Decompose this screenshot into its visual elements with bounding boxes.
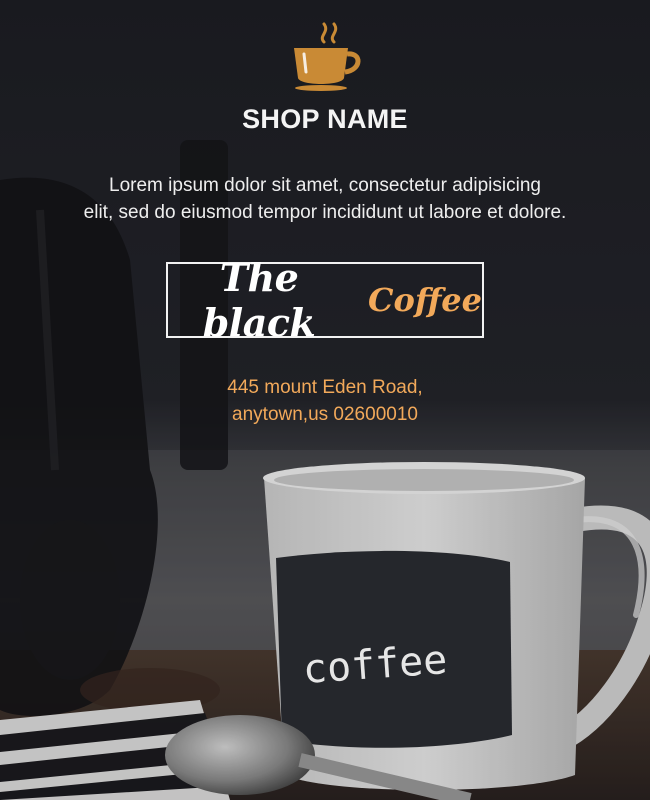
address-line-2: anytown,us 02600010 (232, 404, 418, 425)
address-line-1: 445 mount Eden Road, (227, 377, 423, 398)
brand-badge: The black Coffee (166, 255, 484, 345)
tagline-line-2: elit, sed do eiusmod tempor incididunt u… (83, 202, 567, 223)
brand-badge-text: The black (202, 255, 316, 345)
tagline-line-1: Lorem ipsum dolor sit amet, consectetur … (109, 175, 541, 196)
shop-name: SHOP NAME (242, 104, 408, 134)
page-content: SHOP NAME Lorem ipsum dolor sit amet, co… (0, 0, 650, 800)
tagline: Lorem ipsum dolor sit amet, consectetur … (40, 172, 610, 226)
coffee-cup-icon (292, 20, 362, 92)
address: 445 mount Eden Road, anytown,us 02600010 (0, 374, 650, 428)
brand-badge-accent-text: Coffee (368, 281, 482, 319)
